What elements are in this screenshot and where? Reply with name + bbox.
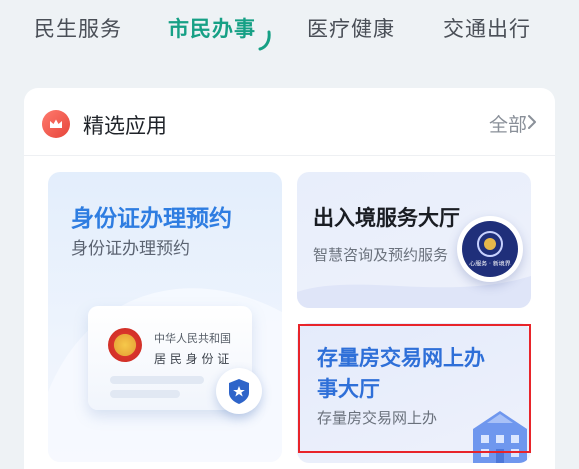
immigration-emblem-icon: 心服务 · 新境界	[457, 216, 523, 282]
app-card-entry-exit-hall[interactable]: 出入境服务大厅 智慧咨询及预约服务 心服务 · 新境界	[297, 172, 531, 308]
card-title: 出入境服务大厅	[313, 206, 460, 230]
crown-icon	[42, 110, 70, 138]
national-emblem-icon	[108, 328, 142, 362]
active-tab-indicator	[258, 30, 271, 51]
card-subtitle: 身份证办理预约	[71, 239, 190, 259]
id-card-line-1: 中华人民共和国	[154, 332, 231, 345]
tab-medical-health[interactable]: 医疗健康	[307, 13, 395, 43]
tab-citizen-affairs[interactable]: 市民办事	[168, 13, 256, 43]
app-card-id-card-appointment[interactable]: 身份证办理预约 身份证办理预约 中华人民共和国 居 民 身 份 证	[48, 172, 282, 462]
section-title: 精选应用	[83, 114, 167, 138]
selection-highlight	[298, 324, 531, 453]
tab-transportation[interactable]: 交通出行	[443, 13, 531, 43]
category-tabs: 民生服务 市民办事 医疗健康 交通出行	[0, 0, 579, 60]
id-card-stripe	[110, 376, 204, 384]
panel-header: 精选应用 全部	[24, 88, 555, 156]
police-badge-icon	[216, 368, 262, 414]
id-card-stripe	[110, 390, 180, 398]
tab-livelihood-services[interactable]: 民生服务	[34, 13, 122, 43]
chevron-right-icon[interactable]	[527, 114, 537, 130]
emblem-text: 心服务 · 新境界	[469, 260, 511, 268]
see-all-link[interactable]: 全部	[489, 110, 527, 137]
id-card-line-2: 居 民 身 份 证	[154, 352, 230, 366]
card-title: 身份证办理预约	[71, 206, 232, 232]
